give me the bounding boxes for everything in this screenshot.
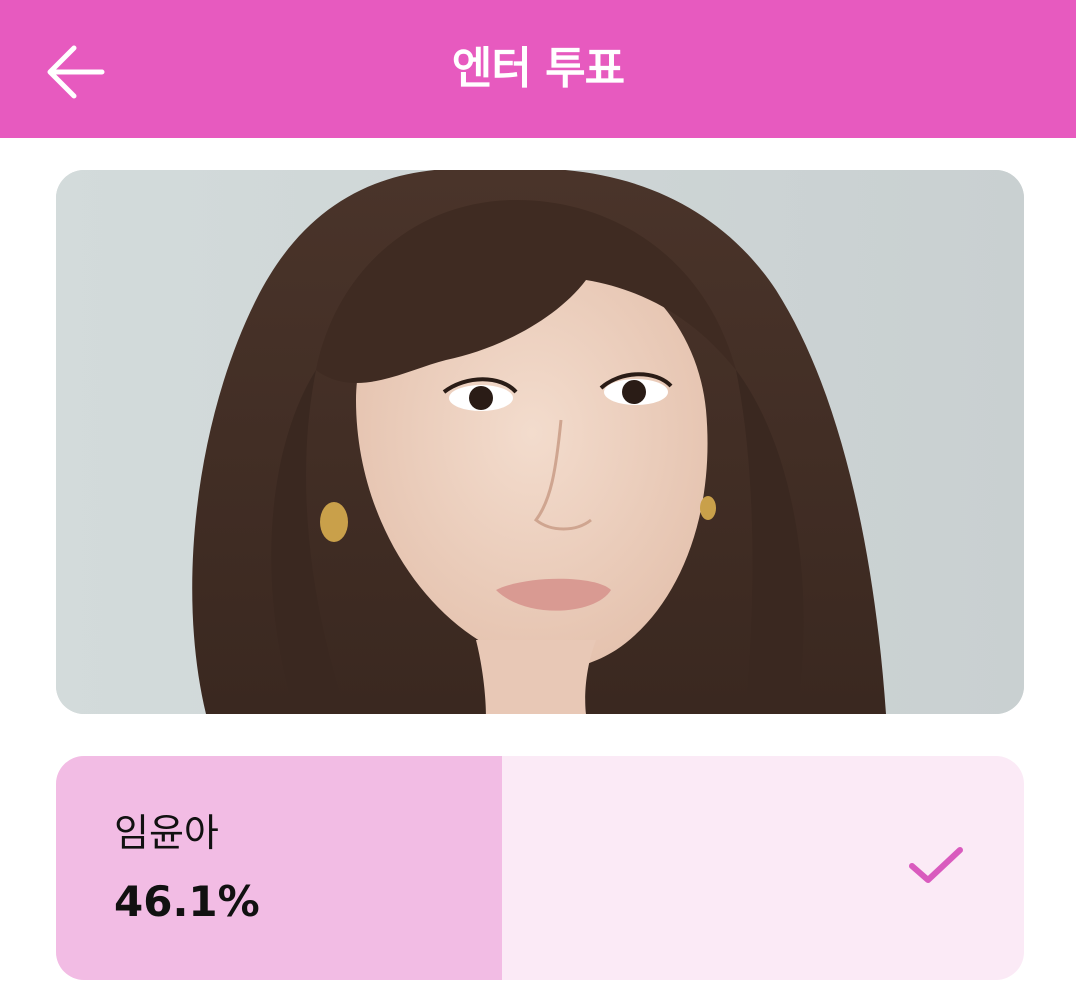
vote-progress-fill [56,756,503,980]
candidate-photo [56,170,1024,714]
page-title: 엔터 투표 [451,43,625,94]
candidate-name: 임윤아 [114,811,219,855]
vote-option-card[interactable]: 임윤아 46.1% [56,756,1024,980]
check-icon [909,847,963,883]
app-header: 엔터 투표 [0,0,1076,138]
vote-percentage: 46.1% [114,877,260,926]
